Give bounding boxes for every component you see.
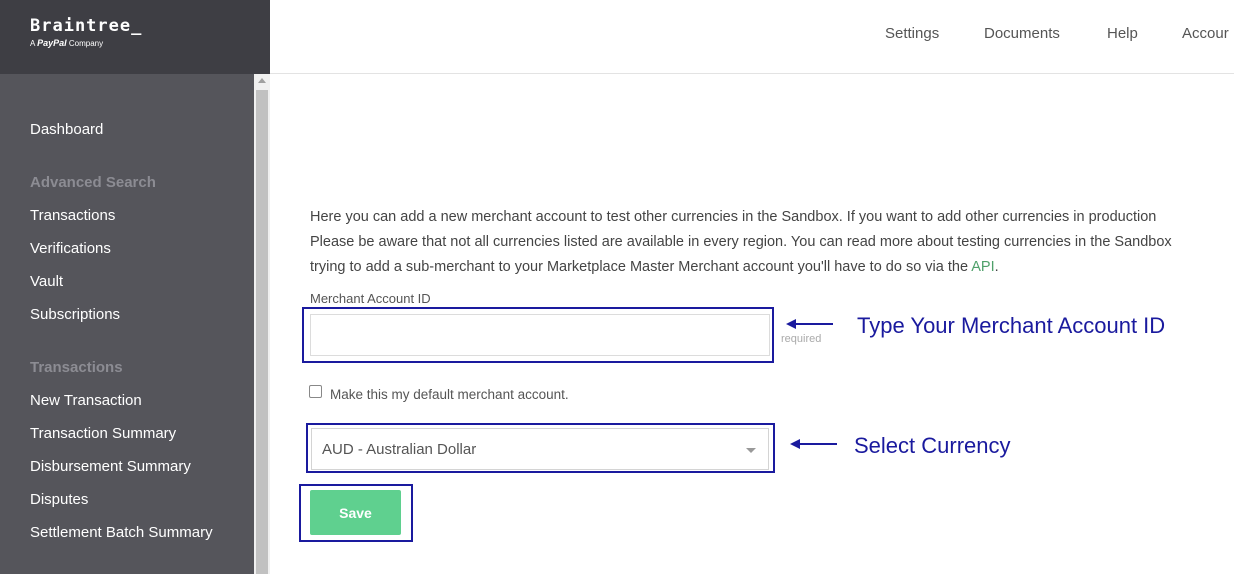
- currency-annotation-arrow-line: [799, 443, 837, 445]
- paypal-company-tagline: A PayPal Company: [30, 38, 103, 48]
- default-merchant-checkbox-label[interactable]: Make this my default merchant account.: [330, 387, 569, 402]
- sidebar: Dashboard Advanced Search Transactions V…: [0, 74, 254, 574]
- sidebar-item-verifications[interactable]: Verifications: [30, 240, 111, 257]
- merchant-id-annotation-arrow-icon: [786, 319, 796, 329]
- intro-line-3: trying to add a sub-merchant to your Mar…: [310, 255, 1234, 280]
- sidebar-item-settlement-batch-summary[interactable]: Settlement Batch Summary: [30, 524, 213, 541]
- currency-annotation: Select Currency: [854, 433, 1011, 458]
- sidebar-item-transactions[interactable]: Transactions: [30, 207, 115, 224]
- topnav-help[interactable]: Help: [1107, 25, 1138, 42]
- sidebar-item-new-transaction[interactable]: New Transaction: [30, 392, 142, 409]
- merchant-account-id-label: Merchant Account ID: [310, 291, 431, 306]
- topnav-documents[interactable]: Documents: [984, 25, 1060, 42]
- sidebar-item-disputes[interactable]: Disputes: [30, 491, 88, 508]
- intro-line-3-end: .: [994, 259, 999, 275]
- sidebar-item-disbursement-summary[interactable]: Disbursement Summary: [30, 458, 191, 475]
- brand-header: Braintree_ A PayPal Company: [0, 0, 270, 74]
- braintree-logo[interactable]: Braintree_: [30, 16, 142, 36]
- merchant-account-id-input[interactable]: [310, 314, 770, 356]
- required-hint: required: [781, 333, 822, 345]
- sidebar-item-subscriptions[interactable]: Subscriptions: [30, 306, 120, 323]
- paypal-logo-text: PayPal: [37, 38, 67, 48]
- sidebar-scrollbar[interactable]: [254, 74, 270, 574]
- api-link[interactable]: API: [971, 259, 994, 275]
- sidebar-item-dashboard[interactable]: Dashboard: [30, 121, 103, 138]
- intro-line-3-text: trying to add a sub-merchant to your Mar…: [310, 259, 972, 275]
- topnav-settings[interactable]: Settings: [885, 25, 939, 42]
- intro-paragraph: Here you can add a new merchant account …: [310, 205, 1234, 280]
- scrollbar-thumb[interactable]: [256, 90, 268, 574]
- currency-annotation-arrow-icon: [790, 439, 800, 449]
- intro-line-2: Please be aware that not all currencies …: [310, 234, 1172, 250]
- sidebar-item-transaction-summary[interactable]: Transaction Summary: [30, 425, 176, 442]
- merchant-id-annotation-arrow-line: [795, 323, 833, 325]
- default-merchant-checkbox[interactable]: [309, 385, 322, 398]
- merchant-id-annotation: Type Your Merchant Account ID: [857, 313, 1166, 338]
- sidebar-item-vault[interactable]: Vault: [30, 273, 63, 290]
- topnav-account[interactable]: Accour: [1182, 25, 1229, 42]
- save-button[interactable]: Save: [310, 490, 401, 535]
- tagline-suffix: Company: [66, 39, 104, 48]
- currency-selected-value: AUD - Australian Dollar: [322, 441, 477, 458]
- sidebar-heading-transactions: Transactions: [30, 359, 123, 376]
- currency-select[interactable]: AUD - Australian Dollar: [311, 428, 769, 470]
- intro-line-1: Here you can add a new merchant account …: [310, 209, 1157, 225]
- sidebar-heading-advanced-search: Advanced Search: [30, 174, 156, 191]
- header-divider: [270, 73, 1234, 74]
- scroll-up-arrow-icon[interactable]: [258, 78, 266, 83]
- chevron-down-icon: [746, 448, 756, 453]
